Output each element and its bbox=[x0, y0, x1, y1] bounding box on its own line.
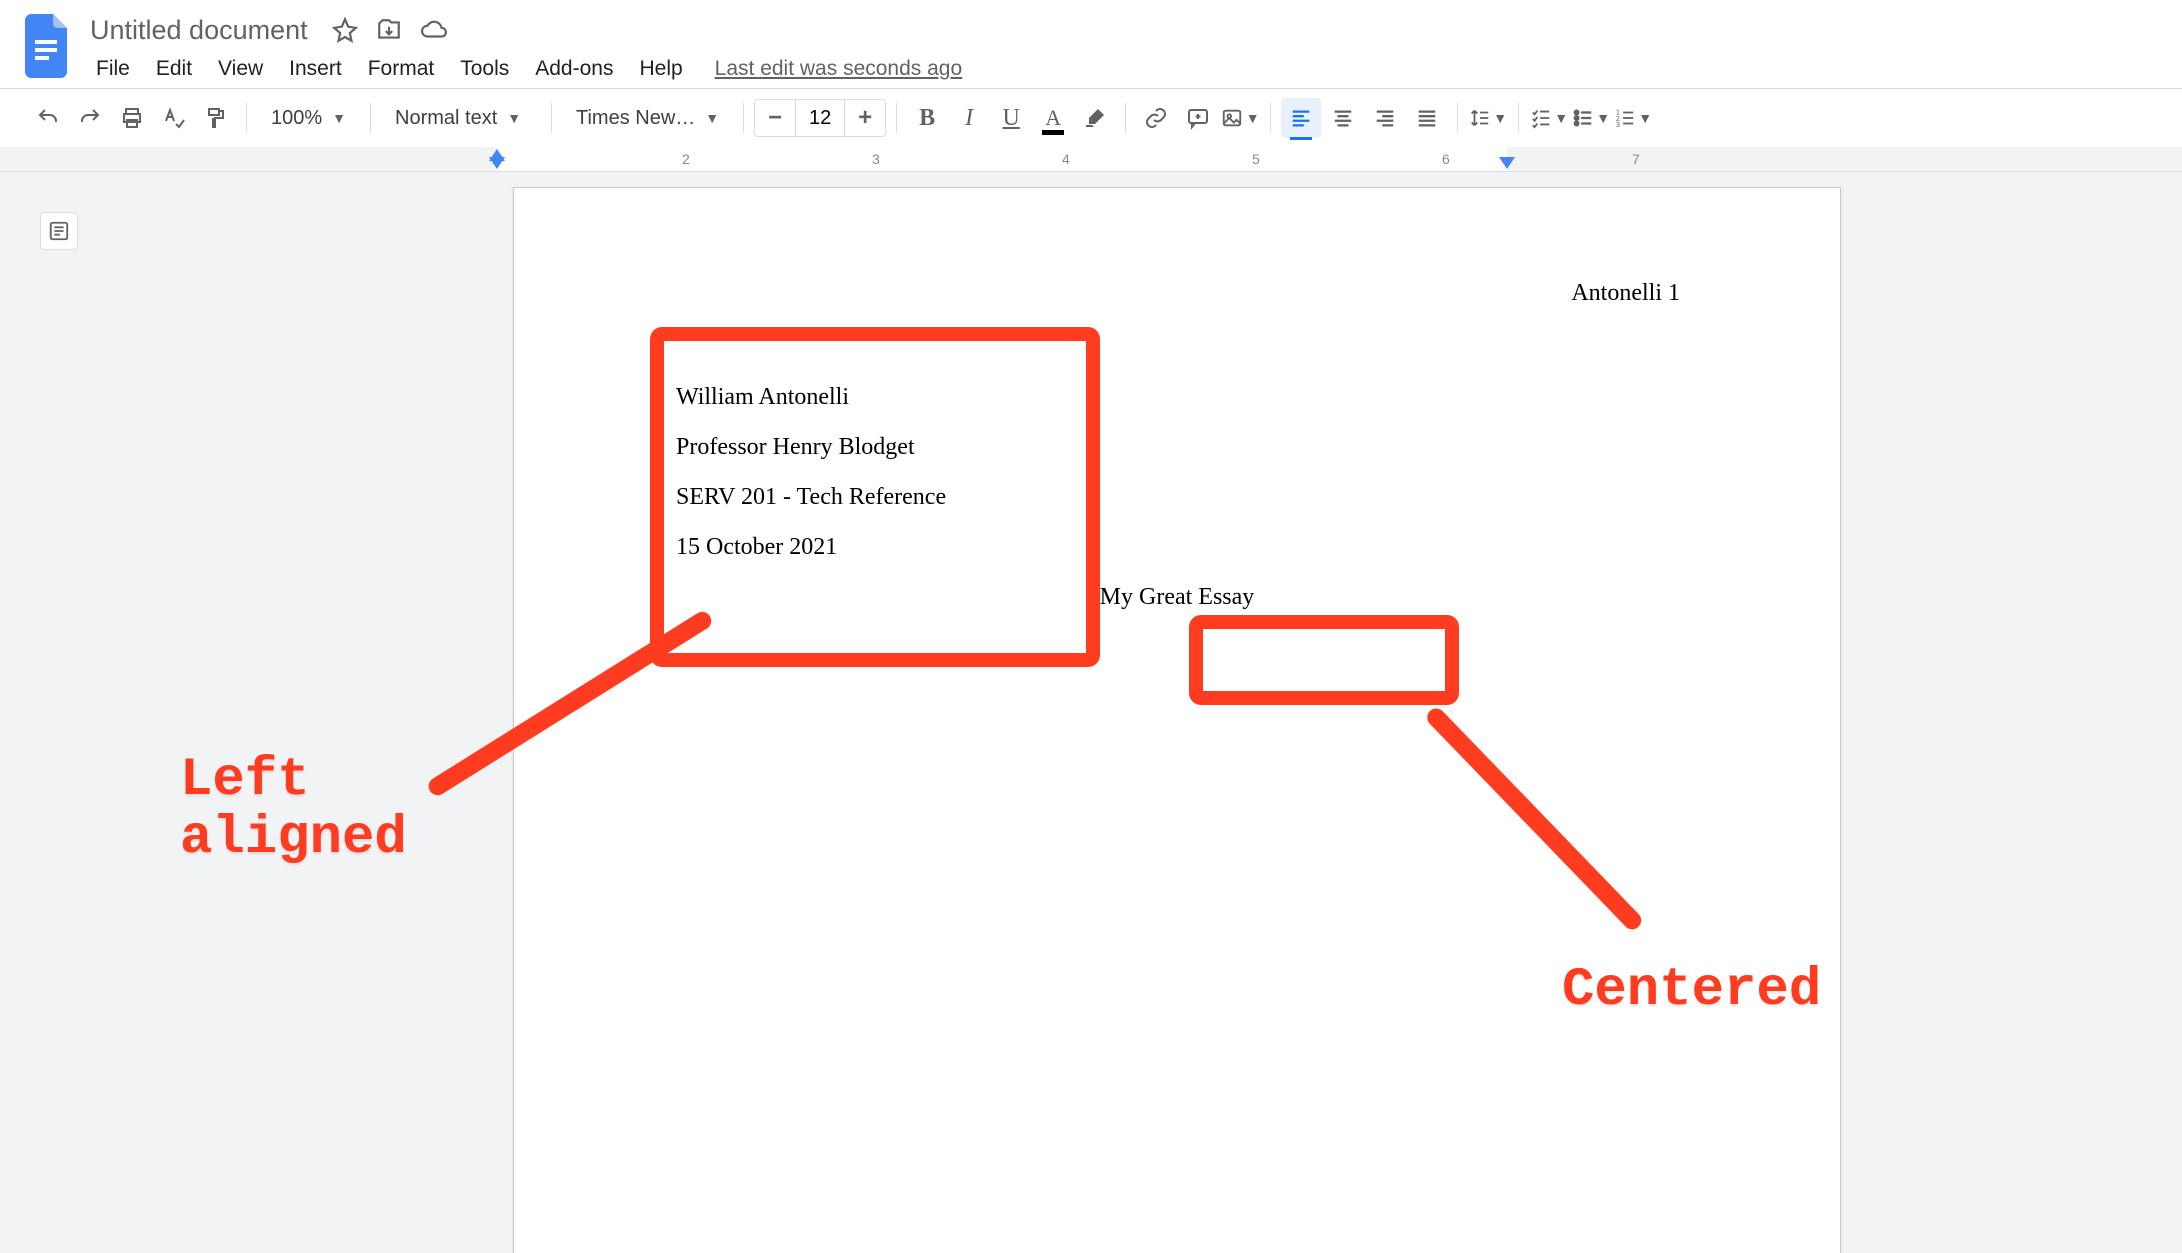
print-button[interactable] bbox=[112, 98, 152, 138]
line-spacing-button[interactable]: ▼ bbox=[1468, 98, 1508, 138]
redo-button[interactable] bbox=[70, 98, 110, 138]
menu-help[interactable]: Help bbox=[627, 51, 694, 87]
star-icon[interactable] bbox=[332, 17, 358, 43]
menu-file[interactable]: File bbox=[84, 51, 142, 87]
align-right-button[interactable] bbox=[1365, 98, 1405, 138]
underline-button[interactable]: U bbox=[991, 98, 1031, 138]
align-justify-button[interactable] bbox=[1407, 98, 1447, 138]
insert-image-button[interactable]: ▼ bbox=[1220, 98, 1260, 138]
text-color-button[interactable]: A bbox=[1033, 98, 1073, 138]
docs-logo[interactable] bbox=[20, 10, 74, 82]
font-size-box: − 12 + bbox=[754, 99, 886, 137]
svg-text:3: 3 bbox=[1616, 120, 1620, 129]
bullet-list-button[interactable]: ▼ bbox=[1571, 98, 1611, 138]
align-left-button[interactable] bbox=[1281, 98, 1321, 138]
doc-line[interactable]: Professor Henry Blodget bbox=[676, 423, 1678, 473]
menu-format[interactable]: Format bbox=[356, 51, 447, 87]
undo-button[interactable] bbox=[28, 98, 68, 138]
zoom-dropdown[interactable]: 100%▼ bbox=[257, 98, 360, 138]
page-header-text[interactable]: Antonelli 1 bbox=[1571, 280, 1680, 307]
highlight-button[interactable] bbox=[1075, 98, 1115, 138]
menu-tools[interactable]: Tools bbox=[448, 51, 521, 87]
spellcheck-button[interactable] bbox=[154, 98, 194, 138]
menu-addons[interactable]: Add-ons bbox=[523, 51, 625, 87]
toolbar: 100%▼ Normal text▼ Times New…▼ − 12 + B … bbox=[0, 89, 2182, 147]
insert-comment-button[interactable] bbox=[1178, 98, 1218, 138]
right-indent-marker[interactable] bbox=[1499, 157, 1515, 169]
doc-line[interactable]: SERV 201 - Tech Reference bbox=[676, 473, 1678, 523]
document-body[interactable]: William Antonelli Professor Henry Blodge… bbox=[676, 373, 1678, 623]
doc-title[interactable]: Untitled document bbox=[84, 13, 314, 48]
ruler-tick-5: 5 bbox=[1252, 151, 1260, 167]
cloud-status-icon[interactable] bbox=[420, 17, 448, 43]
ruler-tick-7: 7 bbox=[1632, 151, 1640, 167]
ruler-tick-6: 6 bbox=[1442, 151, 1450, 167]
style-dropdown[interactable]: Normal text▼ bbox=[381, 98, 541, 138]
menu-edit[interactable]: Edit bbox=[144, 51, 204, 87]
document-page[interactable]: Antonelli 1 William Antonelli Professor … bbox=[513, 187, 1841, 1253]
app-header: Untitled document File Edit View Insert … bbox=[0, 0, 2182, 88]
outline-toggle-button[interactable] bbox=[40, 212, 78, 250]
bold-button[interactable]: B bbox=[907, 98, 947, 138]
title-area: Untitled document File Edit View Insert … bbox=[84, 10, 2162, 88]
font-size-value[interactable]: 12 bbox=[795, 100, 845, 136]
annotation-label-left: Left aligned bbox=[180, 752, 407, 869]
left-indent-marker[interactable] bbox=[489, 157, 505, 169]
editor-canvas[interactable]: Antonelli 1 William Antonelli Professor … bbox=[0, 171, 2182, 1253]
font-dropdown[interactable]: Times New…▼ bbox=[562, 98, 733, 138]
last-edit-link[interactable]: Last edit was seconds ago bbox=[715, 57, 963, 81]
menu-insert[interactable]: Insert bbox=[277, 51, 354, 87]
paint-format-button[interactable] bbox=[196, 98, 236, 138]
move-icon[interactable] bbox=[376, 17, 402, 43]
insert-link-button[interactable] bbox=[1136, 98, 1176, 138]
menu-view[interactable]: View bbox=[206, 51, 275, 87]
italic-button[interactable]: I bbox=[949, 98, 989, 138]
doc-title-line[interactable]: My Great Essay bbox=[676, 573, 1678, 623]
ruler-tick-2: 2 bbox=[682, 151, 690, 167]
ruler[interactable]: 1 2 3 4 5 6 7 bbox=[0, 147, 2182, 171]
numbered-list-button[interactable]: 123▼ bbox=[1613, 98, 1653, 138]
font-size-decrease[interactable]: − bbox=[755, 100, 795, 136]
ruler-tick-4: 4 bbox=[1062, 151, 1070, 167]
doc-line[interactable]: William Antonelli bbox=[676, 373, 1678, 423]
checklist-button[interactable]: ▼ bbox=[1529, 98, 1569, 138]
font-size-increase[interactable]: + bbox=[845, 100, 885, 136]
align-center-button[interactable] bbox=[1323, 98, 1363, 138]
doc-line[interactable]: 15 October 2021 bbox=[676, 523, 1678, 573]
menu-bar: File Edit View Insert Format Tools Add-o… bbox=[84, 50, 2162, 88]
ruler-tick-3: 3 bbox=[872, 151, 880, 167]
